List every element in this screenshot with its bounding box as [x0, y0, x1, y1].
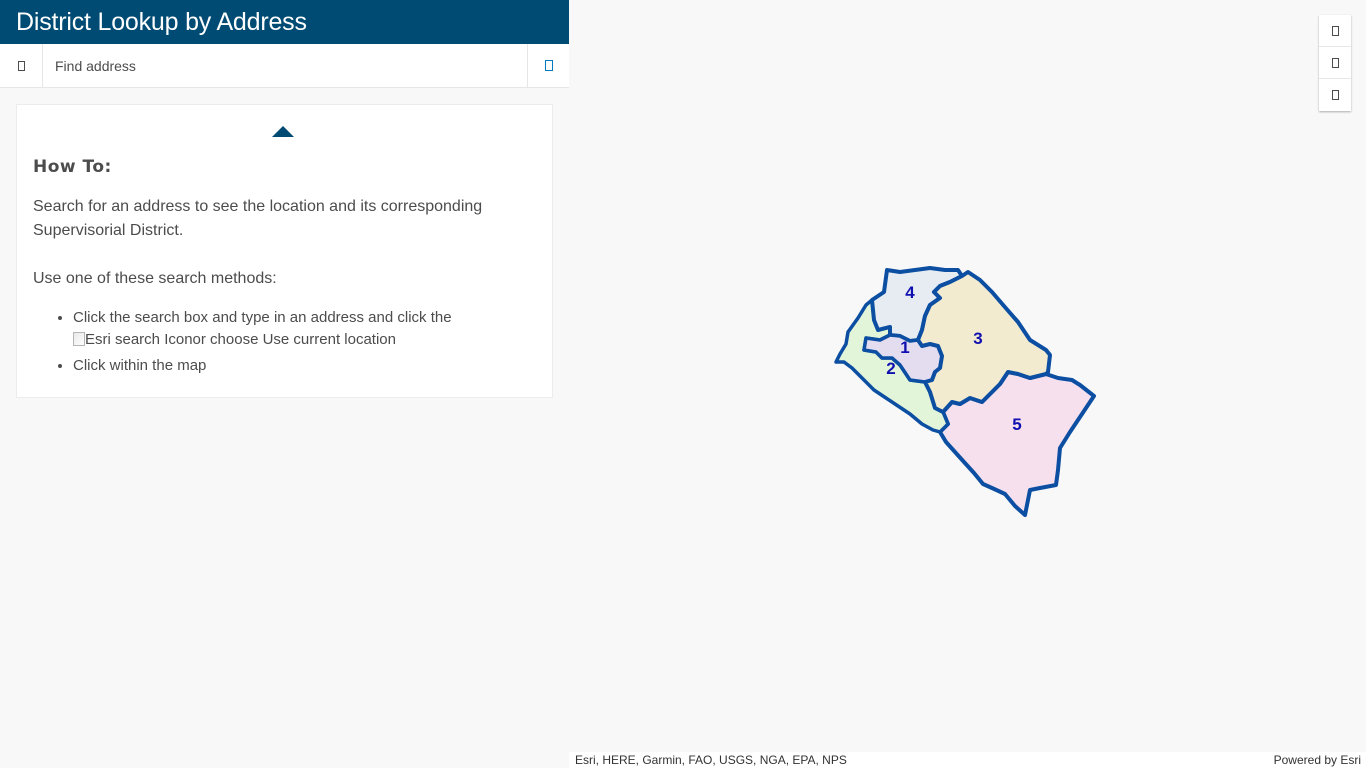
- zoom-in-button[interactable]: [1319, 15, 1351, 47]
- zoom-out-button[interactable]: [1319, 47, 1351, 79]
- caret-up-icon: [272, 125, 294, 137]
- powered-by-esri[interactable]: Powered by Esri: [1274, 752, 1361, 768]
- map-controls: [1319, 15, 1351, 111]
- district-label-2: 2: [886, 359, 895, 378]
- method-2-text: Click within the map: [73, 357, 207, 374]
- district-label-4: 4: [905, 283, 915, 302]
- home-icon: [1331, 90, 1339, 100]
- zoom-in-icon: [1331, 25, 1339, 36]
- search-widget: [0, 44, 569, 88]
- search-submit-button[interactable]: [527, 44, 569, 87]
- methods-list: Click the search box and type in an addr…: [33, 307, 536, 377]
- district-label-1: 1: [900, 338, 909, 357]
- district-label-5: 5: [1012, 415, 1021, 434]
- app-header: District Lookup by Address: [0, 0, 569, 44]
- info-panel: How To: Search for an address to see the…: [16, 104, 553, 398]
- missing-glyph-icon: [17, 60, 25, 71]
- attribution-bar: Esri, HERE, Garmin, FAO, USGS, NGA, EPA,…: [569, 752, 1366, 768]
- howto-heading: How To:: [33, 157, 112, 177]
- search-source-button[interactable]: [0, 44, 43, 87]
- search-input[interactable]: [43, 44, 527, 87]
- intro-text: Search for an address to see the locatio…: [33, 198, 483, 239]
- list-item: Click the search box and type in an addr…: [73, 307, 536, 351]
- home-button[interactable]: [1319, 79, 1351, 111]
- panel-content: How To: Search for an address to see the…: [33, 157, 536, 381]
- attribution-sources[interactable]: Esri, HERE, Garmin, FAO, USGS, NGA, EPA,…: [575, 752, 847, 768]
- app-title: District Lookup by Address: [16, 7, 307, 36]
- district-label-3: 3: [973, 329, 982, 348]
- collapse-panel-button[interactable]: [271, 123, 295, 139]
- methods-intro-text: Use one of these search methods:: [33, 270, 277, 287]
- list-item: Click within the map: [73, 355, 536, 377]
- map-canvas[interactable]: 4 3 1 2 5: [569, 0, 1366, 752]
- map-view[interactable]: 4 3 1 2 5: [569, 0, 1366, 752]
- esri-search-icon-alt: Esri search Icon: [85, 331, 193, 348]
- method-1-text: Click the search box and type in an addr…: [73, 309, 452, 326]
- broken-image-icon: [73, 332, 85, 346]
- search-icon: [544, 60, 553, 71]
- zoom-out-icon: [1331, 57, 1339, 68]
- method-1-suffix: or choose Use current location: [192, 331, 396, 348]
